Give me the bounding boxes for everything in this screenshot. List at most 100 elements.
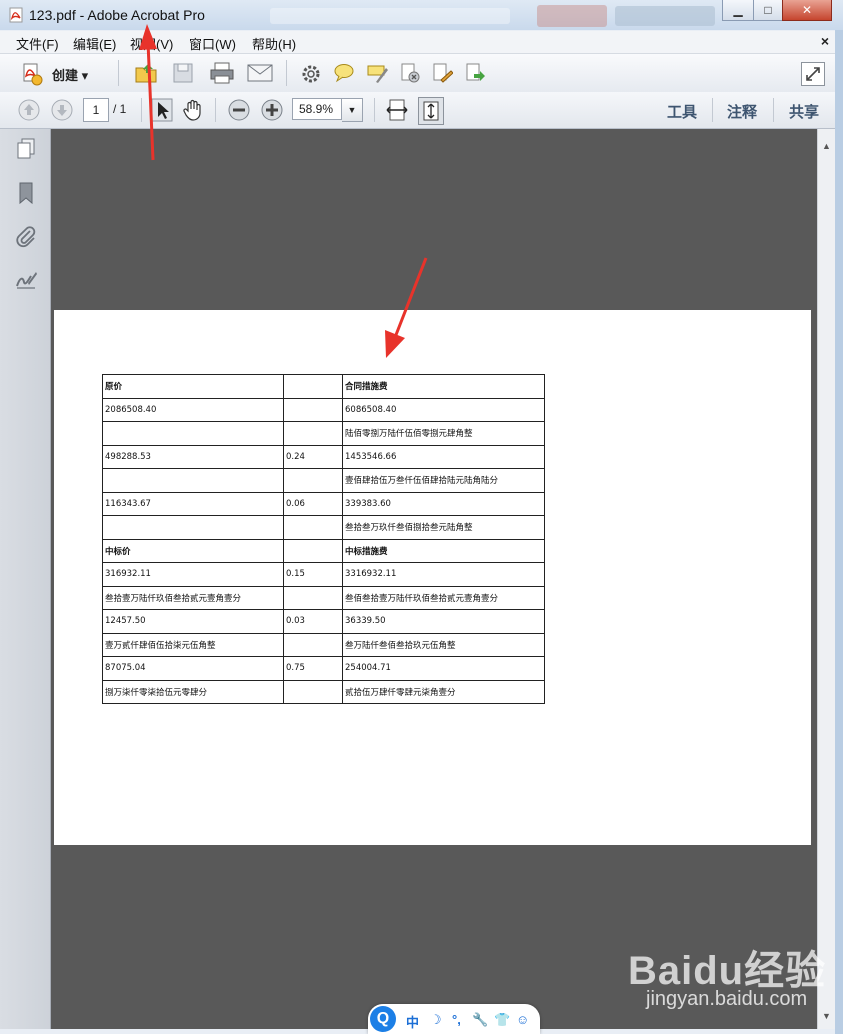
- window-title: 123.pdf - Adobe Acrobat Pro: [29, 7, 205, 23]
- print-icon[interactable]: [209, 62, 235, 84]
- attachments-icon[interactable]: [14, 225, 38, 249]
- table-cell: [283, 468, 343, 493]
- previous-page-icon[interactable]: [17, 98, 41, 122]
- toolbar-divider: [286, 60, 287, 86]
- maximize-button[interactable]: □: [753, 0, 783, 21]
- fit-page-button[interactable]: [418, 97, 444, 125]
- title-bar[interactable]: 123.pdf - Adobe Acrobat Pro ▁ □ ✕: [0, 0, 843, 30]
- table-row: 12457.50 0.03 36339.50: [102, 609, 545, 634]
- ime-punctuation-icon[interactable]: °,: [452, 1012, 461, 1027]
- table-cell: [283, 421, 343, 446]
- table-row: 316932.11 0.15 3316932.11: [102, 562, 545, 587]
- highlight-icon[interactable]: [366, 62, 388, 84]
- zoom-out-icon[interactable]: [227, 98, 251, 122]
- page-thumbnails-icon[interactable]: [14, 137, 38, 161]
- table-cell: 87075.04: [102, 656, 284, 681]
- menu-edit[interactable]: 编辑(E): [73, 34, 116, 53]
- navigation-pane: [0, 129, 51, 1029]
- ime-chinese-mode[interactable]: 中: [406, 1012, 419, 1031]
- table-cell: [283, 632, 343, 657]
- table-cell: 12457.50: [102, 609, 284, 634]
- background-window-ghost: [615, 6, 715, 26]
- fit-page-icon: [423, 101, 439, 121]
- pdf-page[interactable]: 原价 合同措施费 2086508.40 6086508.40 陆佰零捌万陆仟伍佰零捌元肆…: [54, 310, 811, 845]
- sign-document-icon[interactable]: [431, 62, 453, 84]
- baidu-jingyan-watermark: Baidu经验 jingyan.baidu.com: [628, 949, 827, 1010]
- background-window-ghost: [270, 8, 510, 24]
- table-cell: 254004.71: [342, 656, 545, 681]
- menu-file[interactable]: 文件(F): [16, 34, 59, 53]
- table-cell: [102, 468, 284, 493]
- send-document-icon[interactable]: [464, 62, 486, 84]
- email-icon[interactable]: [247, 64, 273, 82]
- scroll-up-arrow-icon[interactable]: ▲: [822, 141, 831, 151]
- open-folder-icon[interactable]: [134, 61, 160, 85]
- delete-page-icon[interactable]: [399, 62, 421, 84]
- table-cell: 6086508.40: [342, 397, 545, 422]
- menu-help[interactable]: 帮助(H): [252, 34, 296, 53]
- ime-tools-icon[interactable]: 🔧: [472, 1012, 488, 1028]
- table-cell: 339383.60: [342, 491, 545, 516]
- vertical-scrollbar[interactable]: ▲ ▼: [817, 129, 836, 1029]
- table-cell: [102, 421, 284, 446]
- table-row: 壹万贰仟肆佰伍拾柒元伍角整 叁万陆仟叁佰叁拾玖元伍角整: [102, 632, 545, 657]
- table-cell: 498288.53: [102, 444, 284, 469]
- save-icon[interactable]: [172, 62, 194, 84]
- ime-toolbar[interactable]: Q 中 ☽ °, 🔧 👕 ☺: [368, 1004, 540, 1034]
- next-page-icon[interactable]: [50, 98, 74, 122]
- expand-icon[interactable]: [801, 62, 825, 86]
- ime-skin-icon[interactable]: 👕: [494, 1012, 510, 1028]
- table-cell: 合同措施费: [342, 374, 545, 399]
- table-row: 叁拾叁万玖仟叁佰捌拾叁元陆角整: [102, 515, 545, 540]
- fullscreen-arrow-icon: [806, 67, 820, 81]
- table-cell: 1453546.66: [342, 444, 545, 469]
- select-tool-icon[interactable]: [151, 98, 173, 122]
- share-pane-link[interactable]: 共享: [789, 101, 819, 122]
- table-cell: [283, 585, 343, 610]
- ime-logo-icon[interactable]: Q: [370, 1006, 396, 1032]
- table-row: 陆佰零捌万陆仟伍佰零捌元肆角整: [102, 421, 545, 446]
- menu-view[interactable]: 视图(V): [130, 34, 173, 53]
- ime-emoji-icon[interactable]: ☺: [516, 1012, 529, 1027]
- table-row: 原价 合同措施费: [102, 374, 545, 399]
- menu-window[interactable]: 窗口(W): [189, 34, 236, 53]
- table-cell: 中标价: [102, 538, 284, 563]
- toolbar-divider: [374, 98, 375, 122]
- gear-icon[interactable]: [300, 63, 322, 85]
- signatures-icon[interactable]: [14, 267, 38, 291]
- create-button[interactable]: 创建 ▾: [52, 65, 88, 84]
- zoom-in-icon[interactable]: [260, 98, 284, 122]
- minimize-button[interactable]: ▁: [722, 0, 754, 21]
- fit-width-icon[interactable]: [386, 98, 408, 122]
- table-cell: [283, 515, 343, 540]
- tools-pane-link[interactable]: 工具: [667, 101, 697, 122]
- comment-icon[interactable]: [333, 63, 355, 83]
- table-row: 87075.04 0.75 254004.71: [102, 656, 545, 681]
- table-cell: 0.03: [283, 609, 343, 634]
- table-cell: 贰拾伍万肆仟零肆元柒角壹分: [342, 679, 545, 704]
- table-cell: 36339.50: [342, 609, 545, 634]
- table-cell: 0.24: [283, 444, 343, 469]
- background-window-ghost: [537, 5, 607, 27]
- table-cell: [283, 679, 343, 704]
- create-pdf-icon[interactable]: [20, 62, 44, 86]
- ime-halfwidth-icon[interactable]: ☽: [430, 1012, 442, 1028]
- table-cell: [102, 515, 284, 540]
- toolbar-divider: [118, 60, 119, 86]
- table-cell: 叁佰叁拾壹万陆仟玖佰叁拾贰元壹角壹分: [342, 585, 545, 610]
- document-close-button[interactable]: ×: [821, 33, 829, 49]
- zoom-level-input[interactable]: 58.9%: [292, 98, 342, 120]
- table-cell: 壹佰肆拾伍万叁仟伍佰肆拾陆元陆角陆分: [342, 468, 545, 493]
- table-cell: 0.75: [283, 656, 343, 681]
- close-button[interactable]: ✕: [782, 0, 832, 21]
- zoom-dropdown-button[interactable]: ▼: [342, 98, 363, 122]
- table-cell: 叁拾叁万玖仟叁佰捌拾叁元陆角整: [342, 515, 545, 540]
- toolbar-divider: [773, 98, 774, 122]
- bookmarks-icon[interactable]: [14, 181, 38, 205]
- page-number-input[interactable]: 1: [83, 98, 109, 122]
- comment-pane-link[interactable]: 注释: [727, 101, 757, 122]
- price-table: 原价 合同措施费 2086508.40 6086508.40 陆佰零捌万陆仟伍佰零捌元肆…: [102, 374, 545, 704]
- table-row: 中标价 中标措施费: [102, 538, 545, 563]
- chevron-down-icon: ▾: [81, 68, 89, 83]
- hand-tool-icon[interactable]: [181, 98, 205, 122]
